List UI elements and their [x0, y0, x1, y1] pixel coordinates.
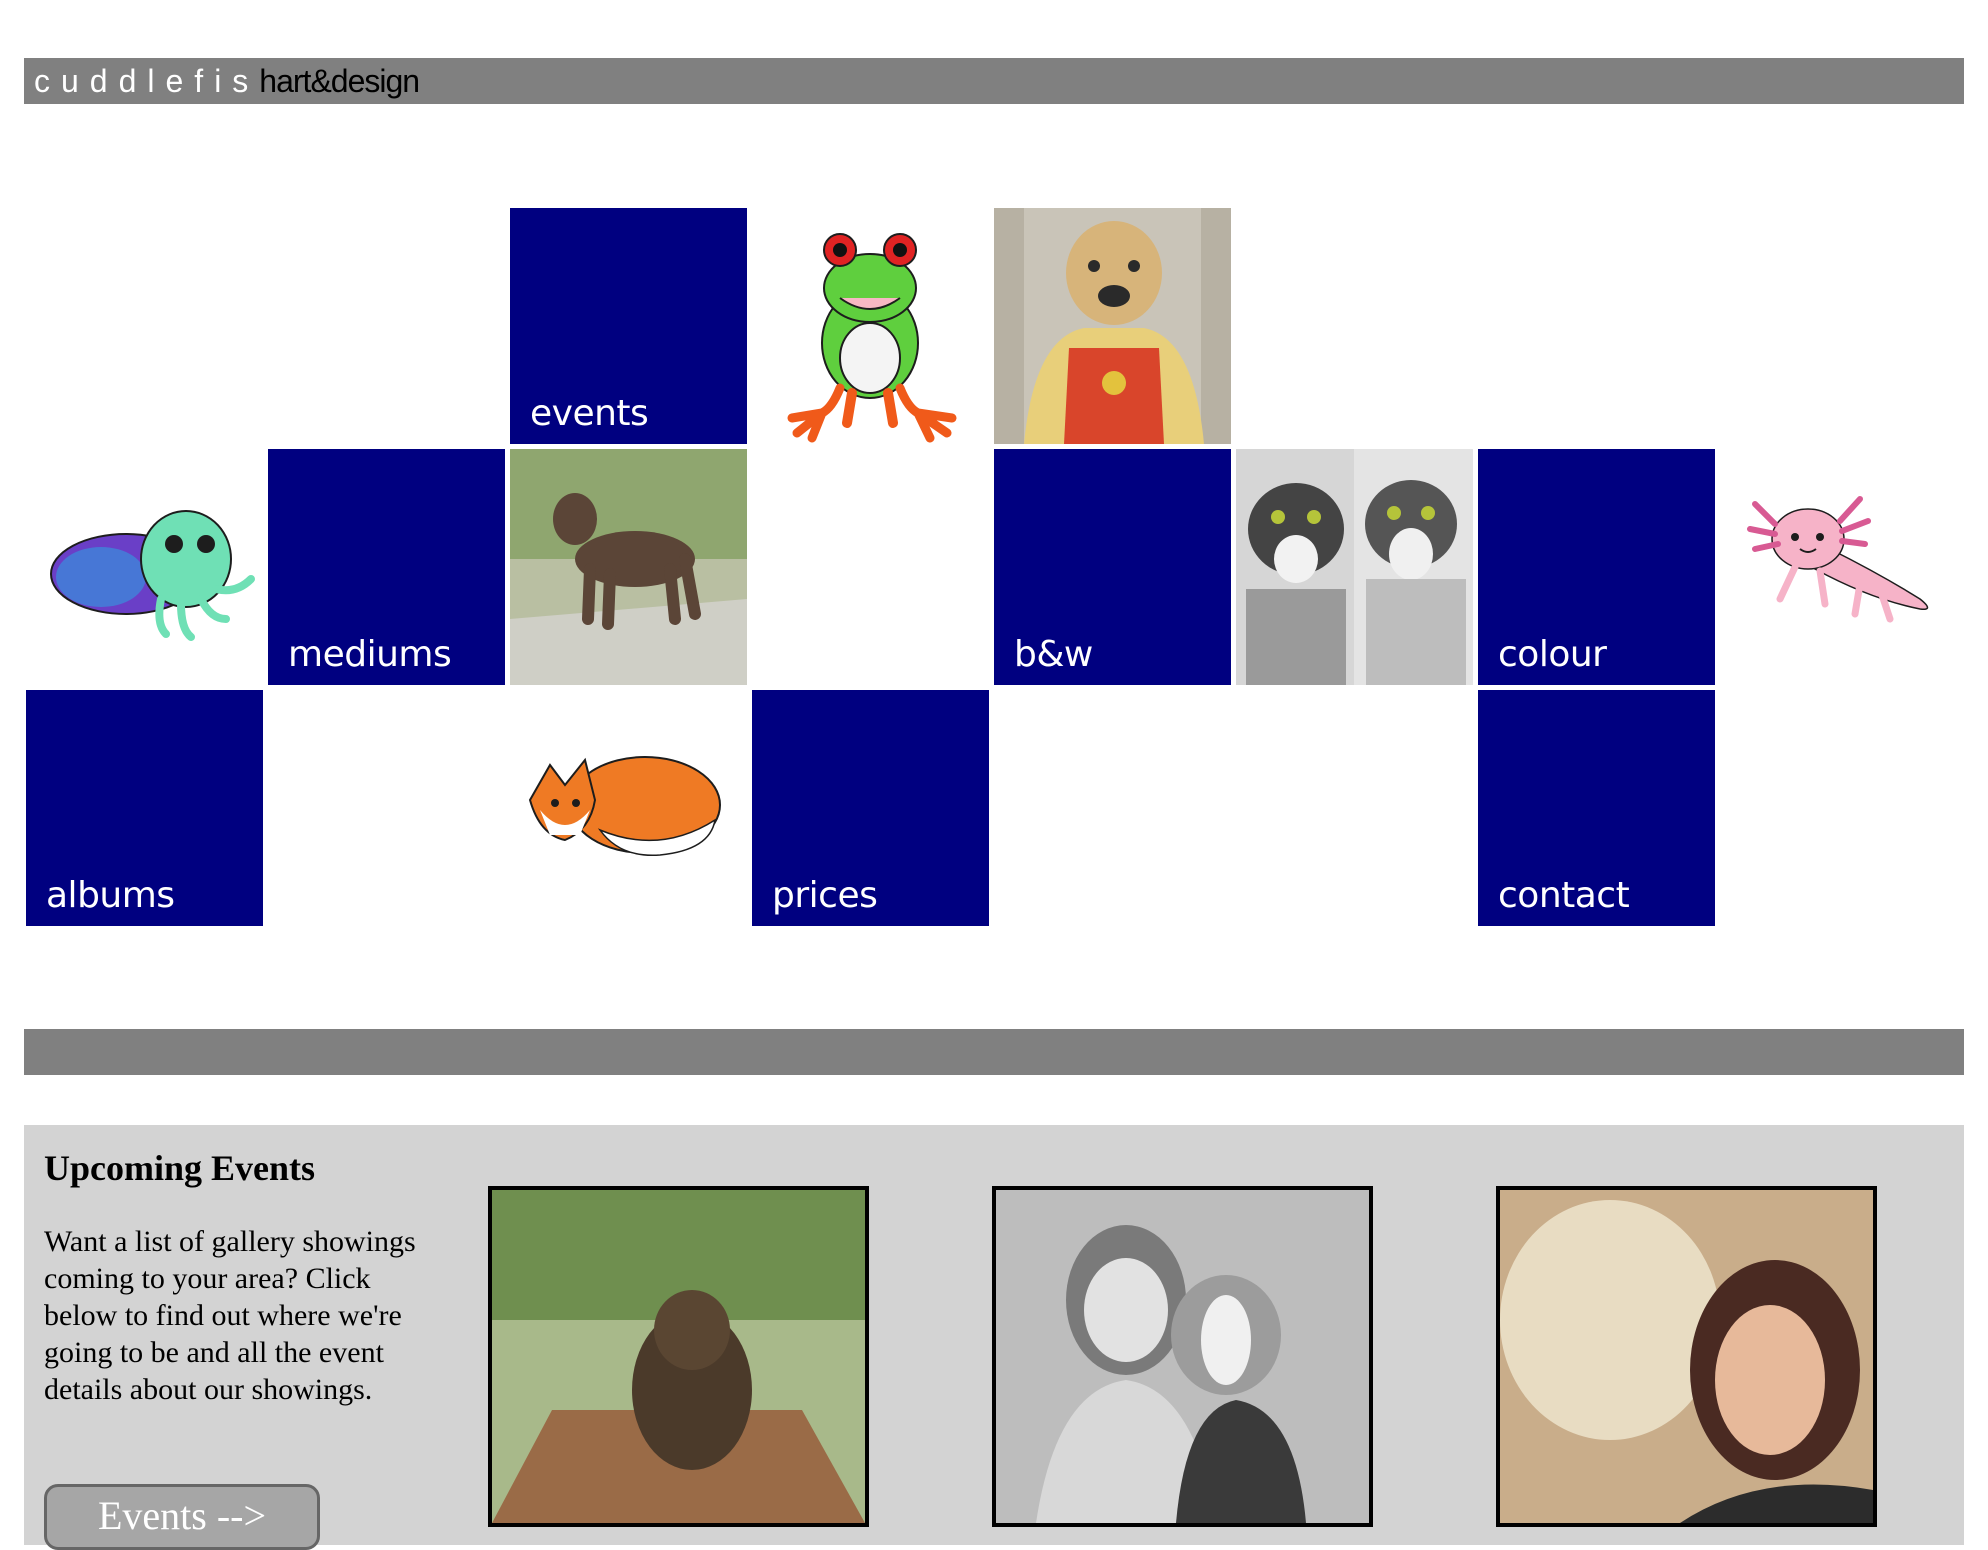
event-thumbnail-woman-beagle[interactable]	[992, 1186, 1373, 1527]
cuttlefish-icon	[50, 510, 255, 641]
nav-label-events: events	[530, 393, 649, 434]
nav-tile-mediums[interactable]: mediums	[268, 449, 505, 685]
frog-illustration	[752, 208, 989, 444]
nav-tile-contact[interactable]: contact	[1478, 690, 1715, 926]
fox-illustration	[510, 690, 747, 926]
nav-label-prices: prices	[772, 875, 878, 916]
labrador-portrait-image	[510, 449, 747, 685]
gallery-image-labrador[interactable]	[510, 449, 747, 685]
cuttlefish-illustration	[26, 449, 263, 685]
nav-tile-events[interactable]: events	[510, 208, 747, 444]
nav-tile-albums[interactable]: albums	[26, 690, 263, 926]
event-thumbnail-woman-cat[interactable]	[1496, 1186, 1877, 1527]
nav-label-contact: contact	[1498, 875, 1630, 916]
divider-bar	[24, 1029, 1964, 1075]
events-button[interactable]: Events -->	[44, 1484, 320, 1550]
nav-label-albums: albums	[46, 875, 175, 916]
events-heading: Upcoming Events	[44, 1148, 316, 1188]
nav-label-colour: colour	[1498, 634, 1607, 675]
header-bar: cuddlefishart&design	[24, 58, 1964, 104]
frog-icon	[787, 233, 957, 443]
cats-portrait-image	[1236, 449, 1473, 685]
woman-with-beagle-image	[996, 1190, 1369, 1523]
nav-tile-bw[interactable]: b&w	[994, 449, 1231, 685]
upcoming-events-panel: Upcoming Events Want a list of gallery s…	[24, 1125, 1964, 1550]
brand-name: cuddlefis	[34, 63, 260, 99]
axolotl-icon	[1747, 496, 1929, 623]
brand-tagline: hart&design	[259, 63, 420, 99]
woman-with-cat-image	[1500, 1190, 1873, 1523]
site-logo[interactable]: cuddlefishart&design	[34, 60, 420, 102]
dog-in-boat-image	[492, 1190, 865, 1523]
fox-icon	[528, 756, 721, 857]
dog-portrait-image	[994, 208, 1231, 444]
event-thumbnail-dog-boat[interactable]	[488, 1186, 869, 1527]
gallery-image-royal-dog[interactable]	[994, 208, 1231, 444]
nav-tile-colour[interactable]: colour	[1478, 449, 1715, 685]
nav-label-bw: b&w	[1014, 634, 1093, 675]
axolotl-illustration	[1720, 449, 1957, 685]
events-description: Want a list of gallery showings coming t…	[44, 1225, 416, 1406]
nav-tile-prices[interactable]: prices	[752, 690, 989, 926]
gallery-image-cats[interactable]	[1236, 449, 1473, 685]
nav-label-mediums: mediums	[288, 634, 452, 675]
